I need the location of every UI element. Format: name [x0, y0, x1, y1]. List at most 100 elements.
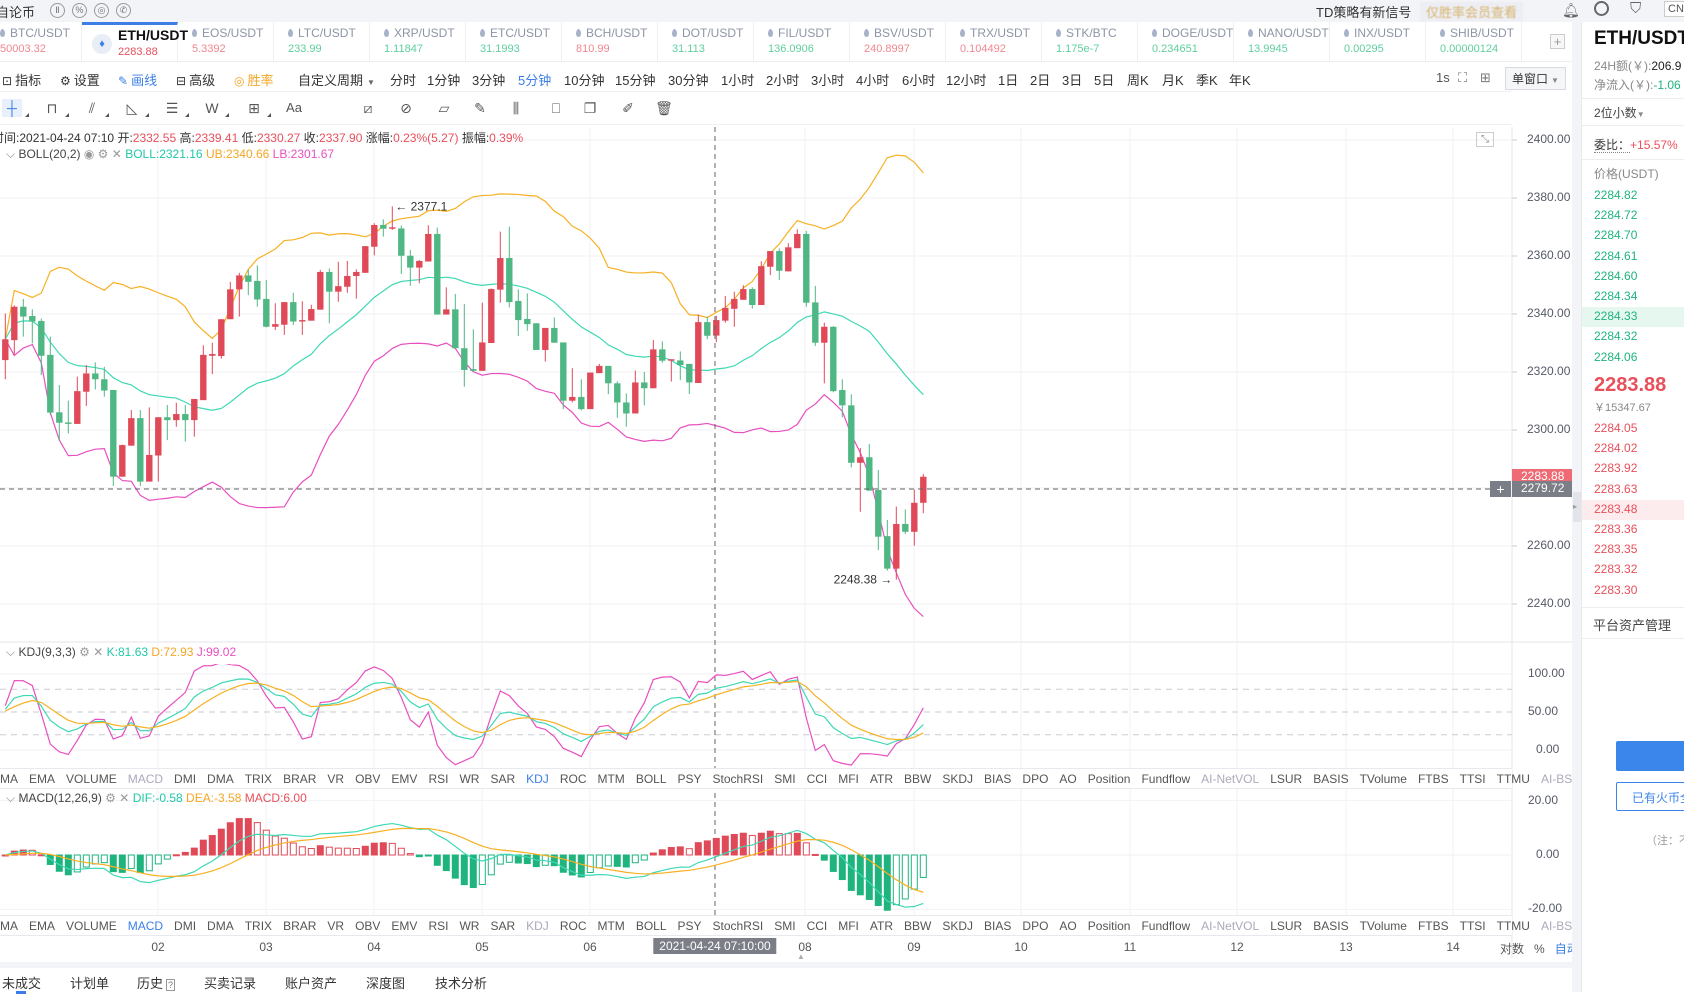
- ask-price[interactable]: 2284.06: [1594, 350, 1637, 364]
- candle[interactable]: [551, 317, 558, 343]
- candle[interactable]: [308, 304, 315, 321]
- bottom-tab-6[interactable]: 技术分析: [435, 973, 487, 992]
- indicator-dmi[interactable]: DMI: [174, 919, 196, 933]
- candle[interactable]: [92, 362, 99, 390]
- indicator-roc[interactable]: ROC: [560, 919, 587, 933]
- candle[interactable]: [902, 509, 909, 535]
- close-icon[interactable]: ✕: [93, 645, 103, 659]
- indicator-ttmu[interactable]: TTMU: [1497, 772, 1530, 786]
- indicator-bias[interactable]: BIAS: [984, 919, 1011, 933]
- candle[interactable]: [299, 301, 306, 335]
- candle[interactable]: [236, 272, 243, 317]
- indicator-dmi[interactable]: DMI: [174, 772, 196, 786]
- boll-name[interactable]: BOLL(20,2): [18, 147, 80, 161]
- indicator-ai-bsi[interactable]: AI-BSI: [1541, 919, 1576, 933]
- candle[interactable]: [587, 372, 594, 410]
- add-alert-icon[interactable]: +: [1490, 481, 1511, 497]
- candle[interactable]: [524, 293, 531, 331]
- bottom-tab-5[interactable]: 深度图: [366, 973, 405, 992]
- indicator-ai-netvol[interactable]: AI-NetVOL: [1201, 919, 1259, 933]
- candle[interactable]: [452, 293, 459, 349]
- indicator-skdj[interactable]: SKDJ: [942, 919, 973, 933]
- candle[interactable]: [830, 326, 837, 393]
- indicator-sar[interactable]: SAR: [490, 772, 515, 786]
- candle[interactable]: [650, 340, 657, 389]
- candle[interactable]: [263, 280, 270, 328]
- bottom-tab-3[interactable]: 买卖记录: [204, 973, 256, 992]
- settings-icon[interactable]: ⚙: [105, 791, 116, 805]
- candle[interactable]: [164, 405, 171, 441]
- indicator-kdj[interactable]: KDJ: [526, 919, 549, 933]
- indicator-ftbs[interactable]: FTBS: [1418, 772, 1449, 786]
- indicator-ao[interactable]: AO: [1059, 772, 1076, 786]
- candle[interactable]: [560, 342, 567, 410]
- indicator-trix[interactable]: TRIX: [245, 919, 272, 933]
- candle[interactable]: [146, 407, 153, 482]
- indicator-cci[interactable]: CCI: [807, 772, 828, 786]
- indicator-brar[interactable]: BRAR: [283, 772, 316, 786]
- indicator-vr[interactable]: VR: [327, 919, 344, 933]
- candle[interactable]: [128, 409, 135, 446]
- existing-account-button[interactable]: 已有火币全: [1616, 782, 1684, 811]
- candle[interactable]: [632, 370, 639, 414]
- indicator-obv[interactable]: OBV: [355, 919, 380, 933]
- candle[interactable]: [470, 329, 477, 372]
- candle[interactable]: [641, 372, 648, 406]
- candle[interactable]: [83, 365, 90, 406]
- candle[interactable]: [740, 285, 747, 300]
- indicator-stochrsi[interactable]: StochRSI: [713, 919, 764, 933]
- indicator-wr[interactable]: WR: [459, 772, 479, 786]
- candle[interactable]: [317, 269, 324, 310]
- collapse-icon[interactable]: ⌵: [6, 645, 15, 659]
- candle[interactable]: [812, 285, 819, 346]
- indicator-skdj[interactable]: SKDJ: [942, 772, 973, 786]
- ask-price[interactable]: 2284.33: [1594, 309, 1637, 323]
- candle[interactable]: [200, 345, 207, 401]
- bid-price[interactable]: 2283.35: [1594, 542, 1637, 556]
- indicator-basis[interactable]: BASIS: [1313, 772, 1348, 786]
- indicator-position[interactable]: Position: [1088, 919, 1131, 933]
- candle[interactable]: [866, 443, 873, 491]
- language-button[interactable]: CN: [1664, 1, 1684, 17]
- indicator-atr[interactable]: ATR: [870, 919, 893, 933]
- primary-action-button[interactable]: [1616, 741, 1684, 771]
- indicator-ema[interactable]: EMA: [29, 919, 55, 933]
- indicator-volume[interactable]: VOLUME: [66, 772, 117, 786]
- ask-price[interactable]: 2284.72: [1594, 208, 1637, 222]
- indicator-wr[interactable]: WR: [459, 919, 479, 933]
- indicator-emv[interactable]: EMV: [391, 919, 417, 933]
- candle[interactable]: [659, 341, 666, 363]
- candle[interactable]: [209, 342, 216, 375]
- candle[interactable]: [776, 248, 783, 281]
- macd-name[interactable]: MACD(12,26,9): [18, 791, 101, 805]
- candle[interactable]: [74, 376, 81, 424]
- candle[interactable]: [839, 379, 846, 418]
- indicator-dpo[interactable]: DPO: [1022, 919, 1048, 933]
- candle[interactable]: [767, 251, 774, 276]
- candle[interactable]: [65, 400, 72, 434]
- indicator-bbw[interactable]: BBW: [904, 919, 931, 933]
- indicator-dma[interactable]: DMA: [207, 919, 234, 933]
- candle[interactable]: [911, 489, 918, 546]
- indicator-rsi[interactable]: RSI: [428, 772, 448, 786]
- candle[interactable]: [596, 363, 603, 374]
- candle[interactable]: [380, 219, 387, 237]
- indicator-fundflow[interactable]: Fundflow: [1141, 919, 1190, 933]
- bottom-tab-2[interactable]: 历史?: [137, 973, 176, 992]
- candle[interactable]: [362, 246, 369, 273]
- candle[interactable]: [794, 229, 801, 249]
- candle[interactable]: [677, 351, 684, 381]
- indicator-roc[interactable]: ROC: [560, 772, 587, 786]
- indicator-macd[interactable]: MACD: [128, 772, 163, 786]
- candle[interactable]: [578, 379, 585, 411]
- shirt-icon[interactable]: ⛉: [1630, 0, 1641, 17]
- eye-icon[interactable]: ◉: [84, 147, 94, 161]
- decimals-dropdown[interactable]: 2位小数▼: [1594, 104, 1645, 121]
- indicator-ao[interactable]: AO: [1059, 919, 1076, 933]
- indicator-bbw[interactable]: BBW: [904, 772, 931, 786]
- indicator-boll[interactable]: BOLL: [636, 772, 667, 786]
- bid-price[interactable]: 2283.36: [1594, 522, 1637, 536]
- candle[interactable]: [371, 223, 378, 256]
- indicator-boll[interactable]: BOLL: [636, 919, 667, 933]
- indicator-ai-netvol[interactable]: AI-NetVOL: [1201, 772, 1259, 786]
